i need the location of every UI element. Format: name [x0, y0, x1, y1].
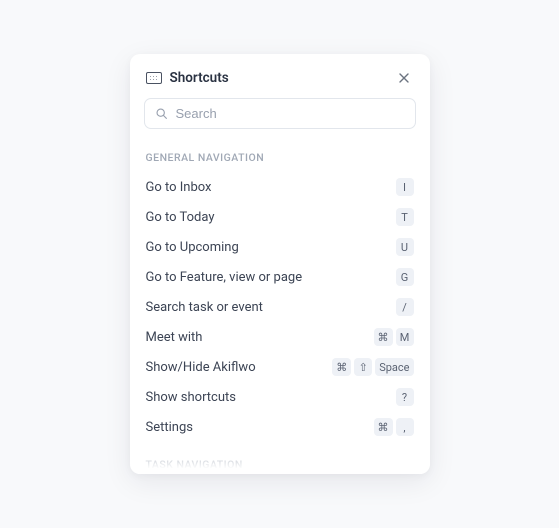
- key-badge: G: [396, 268, 414, 286]
- close-icon: [398, 72, 410, 84]
- shortcut-label: Settings: [146, 420, 193, 435]
- shortcut-label: Show shortcuts: [146, 390, 236, 405]
- section-heading: GENERAL NAVIGATION: [144, 145, 416, 172]
- key-badge: M: [396, 328, 414, 346]
- shortcut-label: Show/Hide Akiflwo: [146, 360, 256, 375]
- shortcut-row[interactable]: Go to Feature, view or page G: [144, 262, 416, 292]
- key-badge: Space: [375, 358, 413, 376]
- shortcut-keys: I: [396, 178, 414, 196]
- close-button[interactable]: [394, 68, 414, 88]
- shortcut-label: Go to Inbox: [146, 180, 212, 195]
- shortcut-label: Go to Feature, view or page: [146, 270, 303, 285]
- shortcut-keys: /: [396, 298, 414, 316]
- shortcut-label: Go to Today: [146, 210, 215, 225]
- shortcut-keys: ⌘M: [374, 328, 414, 346]
- shortcut-row[interactable]: Show shortcuts?: [144, 382, 416, 412]
- shortcut-keys: ?: [396, 388, 414, 406]
- shortcut-row[interactable]: Search task or event /: [144, 292, 416, 322]
- section-heading: TASK NAVIGATION: [144, 442, 416, 474]
- search-container: [130, 98, 430, 137]
- key-badge: ⌘: [332, 358, 351, 376]
- key-badge: ,: [396, 418, 414, 436]
- shortcut-keys: U: [396, 238, 414, 256]
- panel-header: Shortcuts: [130, 54, 430, 98]
- keyboard-icon: [146, 72, 162, 84]
- key-badge: /: [396, 298, 414, 316]
- shortcut-row[interactable]: Meet with ⌘M: [144, 322, 416, 352]
- search-input[interactable]: [176, 106, 405, 121]
- shortcuts-panel: Shortcuts GENERAL NAVIGATION Go to Inbox I…: [130, 54, 430, 474]
- shortcut-keys: G: [396, 268, 414, 286]
- shortcut-label: Search task or event: [146, 300, 263, 315]
- key-badge: ⇧: [354, 358, 372, 376]
- key-badge: ?: [396, 388, 414, 406]
- shortcut-keys: ⌘,: [374, 418, 414, 436]
- shortcut-label: Go to Upcoming: [146, 240, 239, 255]
- shortcut-keys: T: [396, 208, 414, 226]
- shortcut-keys: ⌘⇧Space: [332, 358, 413, 376]
- key-badge: I: [396, 178, 414, 196]
- key-badge: T: [396, 208, 414, 226]
- shortcut-row[interactable]: Go to Inbox I: [144, 172, 416, 202]
- shortcut-label: Meet with: [146, 330, 203, 345]
- shortcut-row[interactable]: Go to Today T: [144, 202, 416, 232]
- shortcut-row[interactable]: Settings ⌘,: [144, 412, 416, 442]
- key-badge: U: [396, 238, 414, 256]
- key-badge: ⌘: [374, 328, 393, 346]
- key-badge: ⌘: [374, 418, 393, 436]
- shortcut-row[interactable]: Go to Upcoming U: [144, 232, 416, 262]
- panel-title: Shortcuts: [170, 70, 394, 86]
- shortcut-row[interactable]: Show/Hide Akiflwo ⌘⇧Space: [144, 352, 416, 382]
- search-icon: [155, 107, 168, 120]
- search-box[interactable]: [144, 98, 416, 129]
- shortcuts-list: GENERAL NAVIGATION Go to Inbox I Go to Toda…: [130, 137, 430, 474]
